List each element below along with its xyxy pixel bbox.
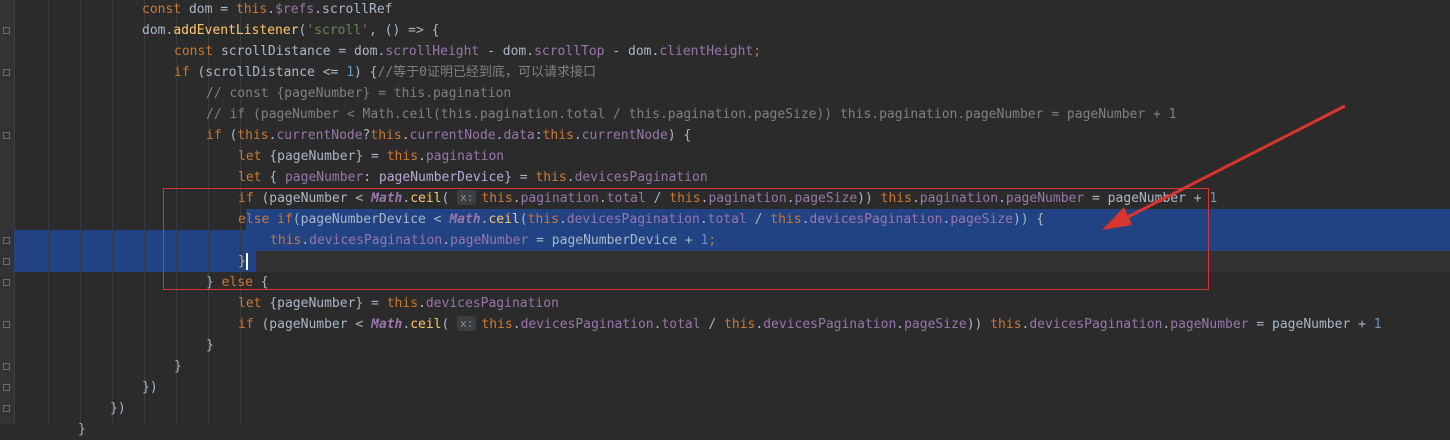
code-token: }: [78, 422, 86, 437]
annotation-arrow: [1102, 104, 1346, 230]
